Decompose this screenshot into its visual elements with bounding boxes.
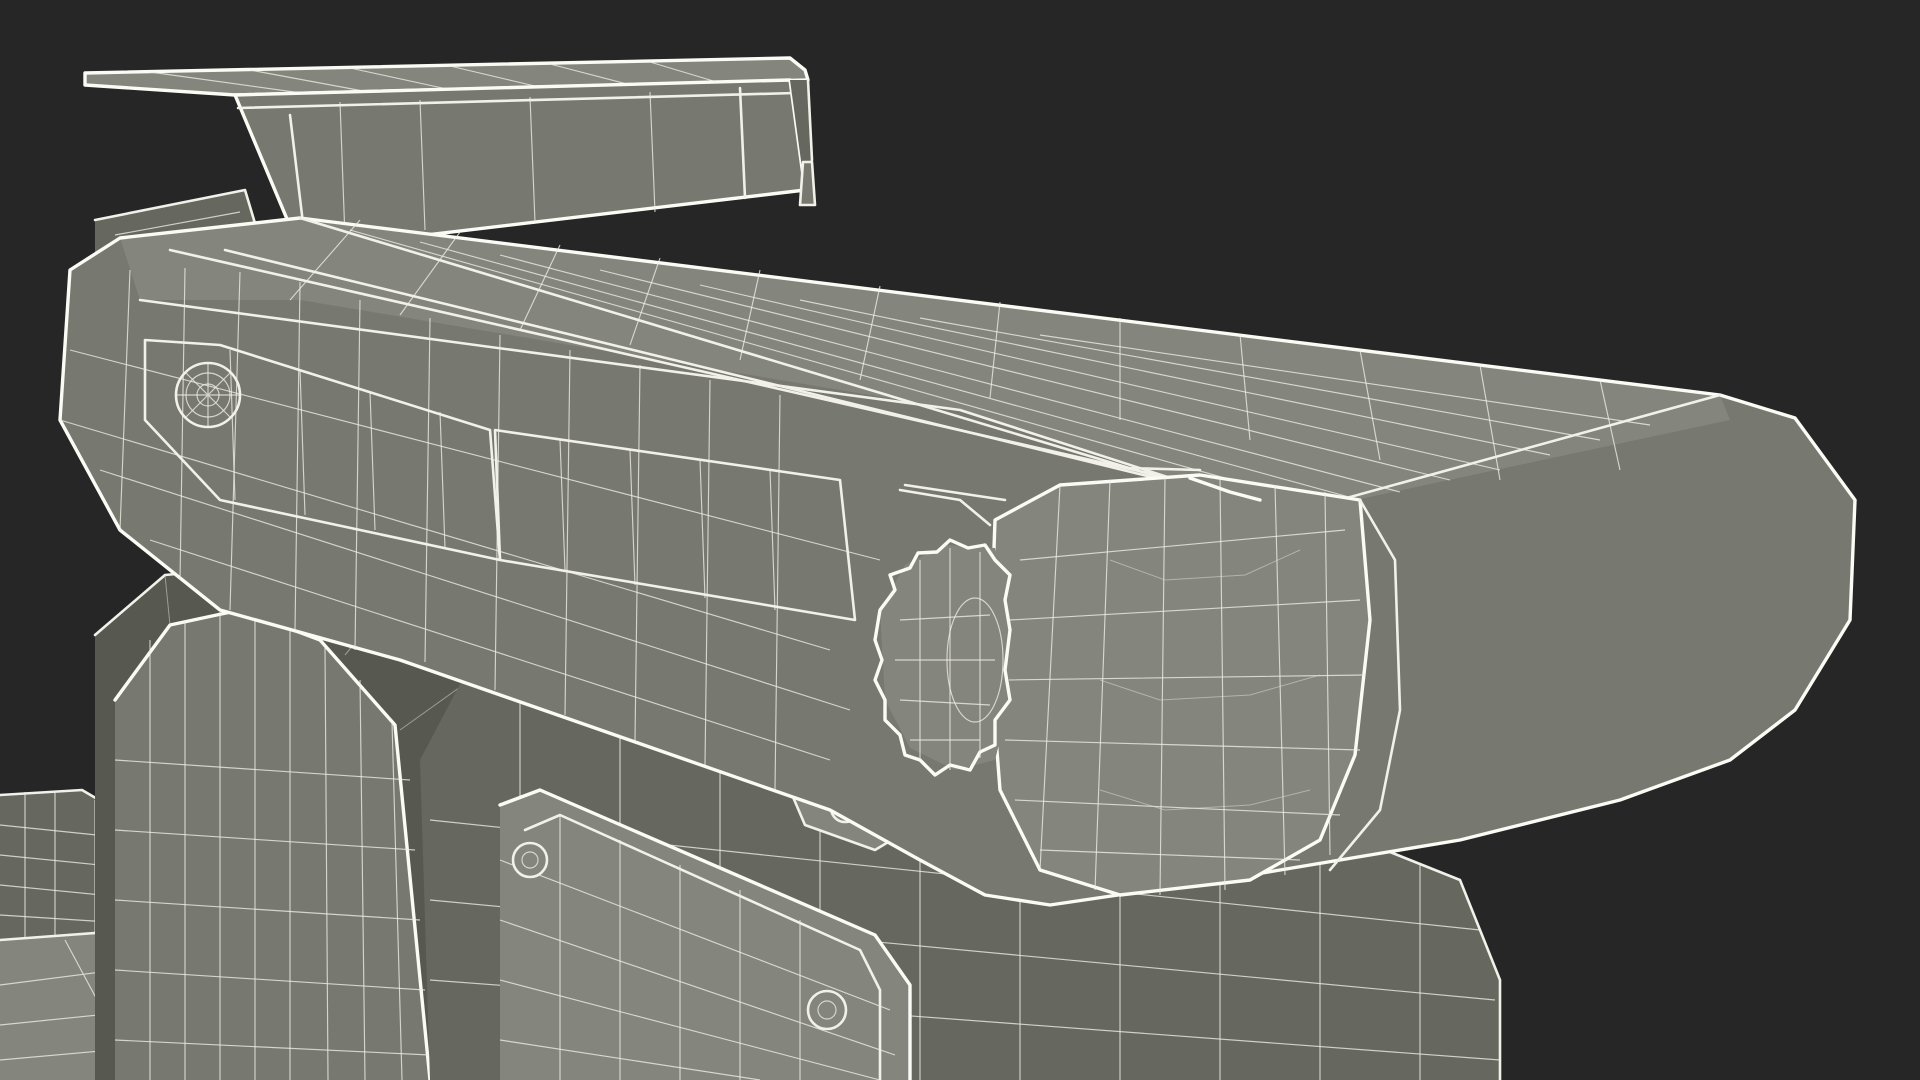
render-viewport: [0, 0, 1920, 1080]
wireframe-machine-render: [0, 56, 1857, 1080]
